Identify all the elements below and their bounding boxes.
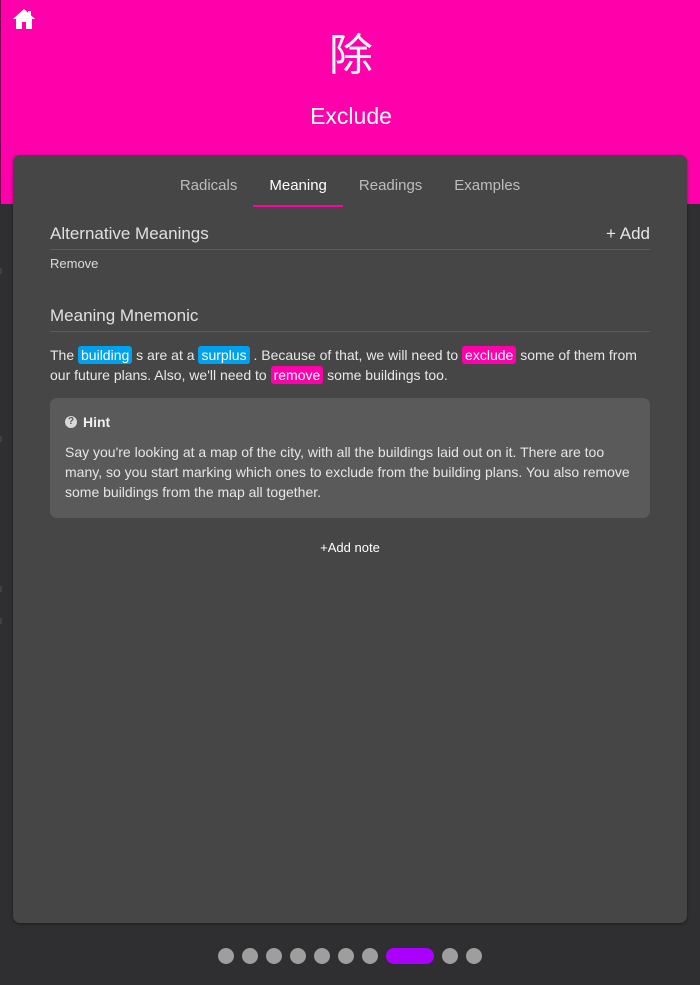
mnemonic-text: The building s are at a surplus . Becaus… [50, 345, 650, 385]
page-dot[interactable] [466, 948, 482, 964]
mnemonic-text-part: The [50, 347, 79, 363]
page-dot[interactable] [362, 948, 378, 964]
divider [0, 586, 2, 592]
divider [0, 436, 2, 442]
meaning-mnemonic-section: Meaning Mnemonic [50, 305, 650, 332]
radical-tag: surplus [198, 346, 250, 364]
radical-tag: building [78, 346, 133, 364]
page-dot[interactable] [266, 948, 282, 964]
question-circle-icon: ? [65, 416, 77, 428]
alternative-meanings-title: Alternative Meanings [50, 224, 209, 243]
tab-examples[interactable]: Examples [438, 171, 536, 207]
mnemonic-text-part: s are at a [132, 347, 199, 363]
add-meaning-button[interactable]: + Add [606, 223, 650, 245]
hint-body: Say you're looking at a map of the city,… [65, 444, 630, 500]
page-dot[interactable] [218, 948, 234, 964]
page-indicator [0, 948, 700, 964]
hint-header: ? Hint [65, 414, 635, 430]
hint-box: ? Hint Say you're looking at a map of th… [50, 398, 650, 518]
alternative-meanings-section: Alternative Meanings + Add [50, 223, 650, 250]
meaning-mnemonic-title: Meaning Mnemonic [50, 306, 199, 325]
alternative-meaning-item: Remove [50, 256, 99, 271]
tab-radicals[interactable]: Radicals [164, 171, 254, 207]
divider [0, 618, 2, 624]
home-icon[interactable] [12, 8, 36, 30]
tab-meaning[interactable]: Meaning [253, 171, 343, 207]
page-dot[interactable] [314, 948, 330, 964]
page-dot[interactable] [290, 948, 306, 964]
kanji-tag: remove [270, 366, 324, 384]
page-dot[interactable] [242, 948, 258, 964]
content-card: Radicals Meaning Readings Examples Alter… [13, 155, 687, 923]
mnemonic-text-part: . Because of that, we will need to [249, 347, 463, 363]
kanji-meaning: Exclude [310, 103, 392, 129]
hint-title: Hint [83, 414, 111, 430]
add-note-button[interactable]: +Add note [13, 540, 687, 555]
tab-readings[interactable]: Readings [343, 171, 438, 207]
page-dot-active[interactable] [386, 948, 434, 964]
page-dot[interactable] [338, 948, 354, 964]
kanji-character: 除 [329, 30, 373, 81]
mnemonic-text-part: some buildings too. [323, 367, 448, 383]
divider [0, 268, 2, 274]
kanji-tag: exclude [462, 346, 517, 364]
tab-bar: Radicals Meaning Readings Examples [13, 171, 687, 207]
page-dot[interactable] [442, 948, 458, 964]
